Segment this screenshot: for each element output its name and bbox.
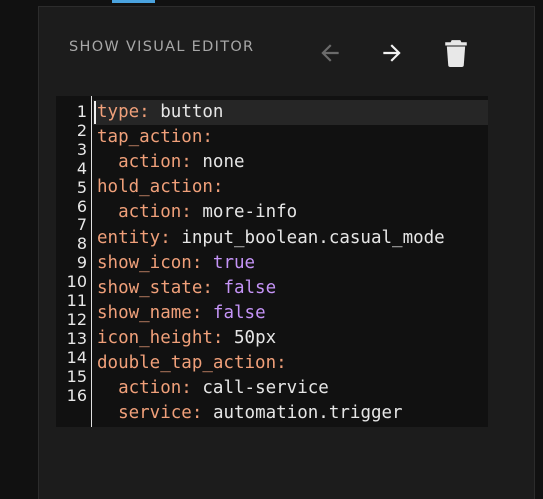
yaml-colon: : <box>202 127 213 148</box>
line-number: 9 <box>76 253 87 273</box>
code-line: show_name: false <box>97 301 266 326</box>
yaml-colon: : <box>276 353 287 373</box>
yaml-colon: : <box>191 252 203 273</box>
yaml-colon: : <box>181 152 192 173</box>
yaml-colon: : <box>212 327 224 348</box>
line-number: 13 <box>66 328 87 348</box>
yaml-value: none <box>202 152 245 173</box>
active-tab-indicator <box>112 0 155 3</box>
yaml-key: show_icon <box>97 252 192 273</box>
line-number-gutter: 1 2 3 4 5 6 7 8 9 10 11 12 13 14 15 16 <box>56 96 92 427</box>
arrow-left-icon <box>321 44 339 62</box>
yaml-key: action <box>118 202 182 223</box>
line-number: 15 <box>66 366 87 386</box>
line-number: 4 <box>76 158 87 178</box>
line-number: 11 <box>66 291 87 310</box>
code-line: entity: input_boolean.casual_mode <box>97 226 445 251</box>
yaml-key: icon_height <box>97 327 213 348</box>
yaml-value: more-info <box>202 202 298 223</box>
yaml-colon: : <box>191 403 203 424</box>
yaml-key: entity <box>97 227 161 248</box>
code-line: action: call-service <box>97 376 329 401</box>
yaml-key: tap_action <box>97 127 203 148</box>
delete-button[interactable] <box>441 38 471 68</box>
yaml-colon: : <box>212 177 224 198</box>
yaml-key: type <box>97 102 140 122</box>
line-number: 1 <box>76 102 87 121</box>
yaml-boolean-value: false <box>223 277 277 298</box>
line-number: 12 <box>66 309 87 329</box>
show-visual-editor-button[interactable]: SHOW VISUAL EDITOR <box>69 39 254 55</box>
yaml-colon: : <box>139 102 150 122</box>
code-line: icon_height: 50px <box>97 326 276 351</box>
yaml-boolean-value: true <box>212 252 256 273</box>
code-line: tap_action: <box>97 125 213 150</box>
yaml-value: input_boolean.casual_mode <box>181 227 445 248</box>
arrow-right-icon <box>383 44 401 62</box>
line-number: 8 <box>76 234 87 254</box>
yaml-value: button <box>160 102 224 122</box>
yaml-key: action <box>118 378 182 399</box>
yaml-colon: : <box>191 302 203 323</box>
line-number: 3 <box>76 139 87 159</box>
code-line: action: none <box>97 150 245 175</box>
line-number: 5 <box>76 177 87 197</box>
line-number: 7 <box>76 215 87 235</box>
code-line: target: <box>97 426 192 427</box>
yaml-key: double_tap_action <box>97 353 277 373</box>
redo-button[interactable] <box>377 38 407 68</box>
code-line: action: more-info <box>97 200 297 225</box>
yaml-key: service <box>118 403 192 424</box>
code-line: service: automation.trigger <box>97 401 403 426</box>
yaml-colon: : <box>202 277 213 298</box>
code-line: show_icon: true <box>97 251 255 276</box>
code-line: type: button <box>97 100 223 125</box>
yaml-colon: : <box>181 378 192 399</box>
editor-toolbar: SHOW VISUAL EDITOR <box>39 27 536 79</box>
yaml-value: call-service <box>202 378 329 399</box>
undo-button[interactable] <box>315 38 345 68</box>
line-number: 16 <box>66 385 87 405</box>
yaml-key: show_state <box>97 277 203 298</box>
yaml-key: action <box>118 152 182 173</box>
line-number: 6 <box>76 196 87 216</box>
code-lines: type: button tap_action: action: none hold… <box>93 96 488 427</box>
yaml-code-editor[interactable]: 1 2 3 4 5 6 7 8 9 10 11 12 13 14 15 16 type: button tap_… <box>56 96 488 427</box>
yaml-key: show_name <box>97 302 192 323</box>
yaml-colon: : <box>181 202 192 223</box>
code-line: hold_action: <box>97 175 223 200</box>
code-line: double_tap_action: <box>97 351 287 376</box>
yaml-key: hold_action <box>97 177 213 198</box>
trash-icon <box>445 40 467 67</box>
line-number: 2 <box>76 120 87 140</box>
line-number: 10 <box>66 272 87 292</box>
code-line: show_state: false <box>97 276 276 301</box>
line-number: 14 <box>66 347 87 367</box>
yaml-boolean-value: false <box>212 302 266 323</box>
yaml-value: 50px <box>234 327 277 348</box>
yaml-colon: : <box>160 227 171 248</box>
yaml-value: automation.trigger <box>212 403 403 424</box>
